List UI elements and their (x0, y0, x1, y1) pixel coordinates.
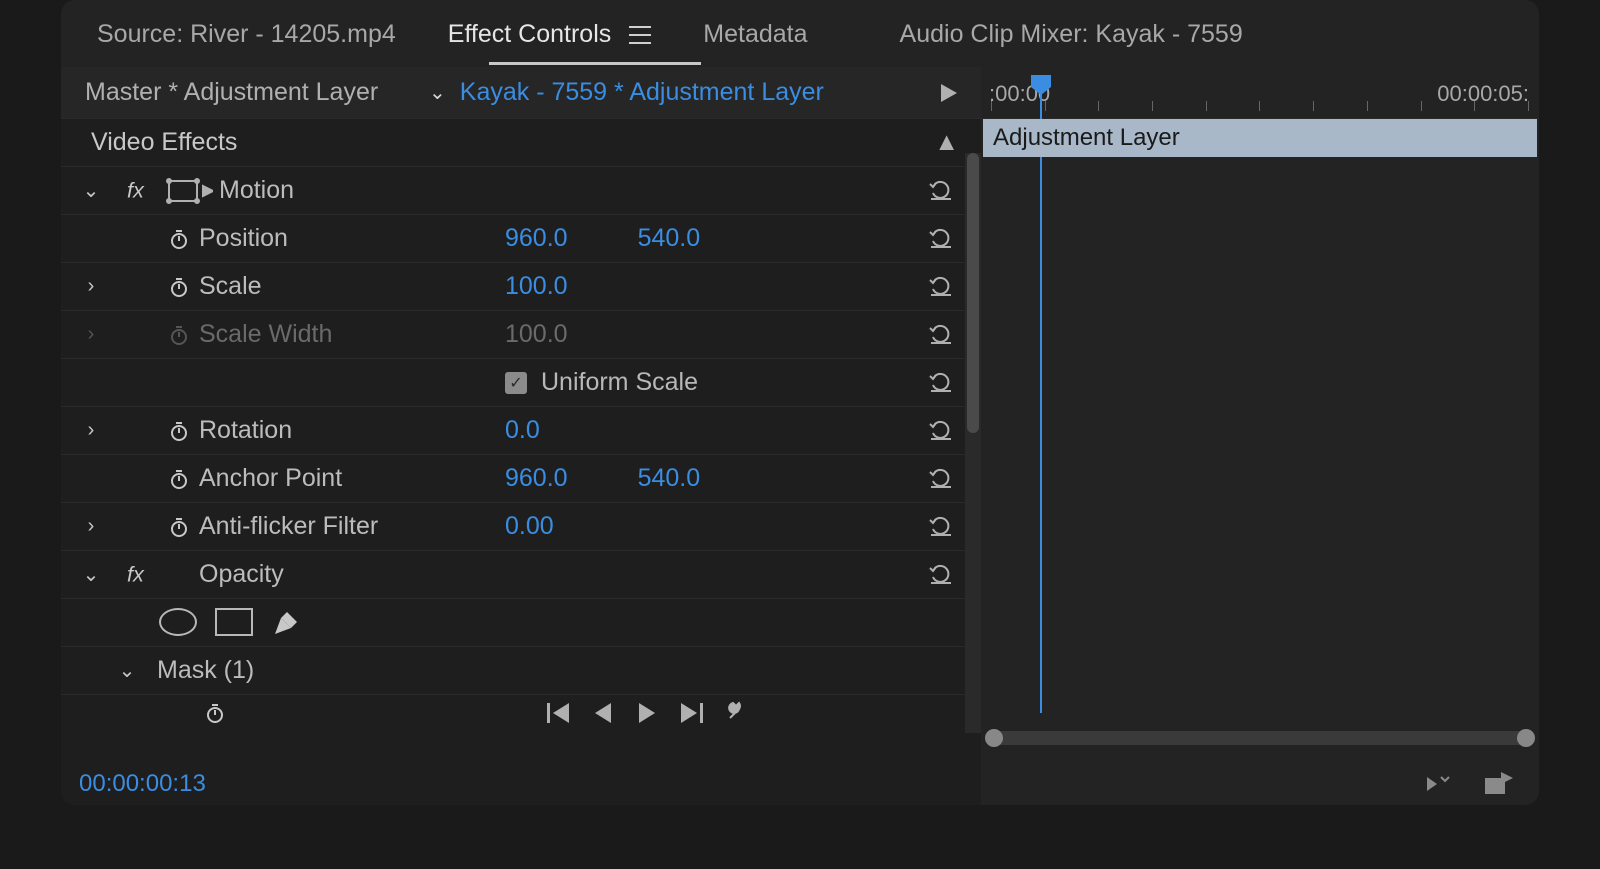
stopwatch-icon[interactable] (159, 516, 199, 538)
reset-button[interactable] (919, 273, 963, 301)
active-tab-underline (489, 62, 701, 65)
ruler-ticks (991, 101, 1529, 115)
export-frame-icon[interactable] (1483, 772, 1513, 796)
sequence-clip-label[interactable]: Kayak - 7559 * Adjustment Layer (460, 78, 824, 107)
play-icon[interactable] (941, 84, 957, 102)
keyframe-nav (545, 699, 749, 727)
chevron-down-icon[interactable]: ⌄ (61, 178, 121, 203)
video-effects-label: Video Effects (91, 128, 237, 157)
property-scrollbar[interactable] (965, 153, 981, 733)
playhead[interactable] (1031, 75, 1051, 95)
mask-tools-row (61, 599, 981, 647)
reset-button[interactable] (919, 369, 963, 397)
stopwatch-icon[interactable] (195, 702, 235, 724)
mask-label: Mask (1) (157, 656, 963, 685)
stopwatch-icon-disabled (159, 324, 199, 346)
current-timecode[interactable]: 00:00:00:13 (79, 770, 206, 798)
motion-row[interactable]: ⌄ fx Motion (61, 167, 981, 215)
mask-path-row[interactable] (61, 695, 981, 731)
position-y-value[interactable]: 540.0 (638, 224, 701, 253)
scale-label: Scale (199, 272, 499, 301)
timeline-clip-bar[interactable]: Adjustment Layer (983, 119, 1537, 157)
position-row[interactable]: Position 960.0 540.0 (61, 215, 981, 263)
go-last-keyframe-icon[interactable] (677, 699, 705, 727)
scale-value[interactable]: 100.0 (505, 272, 568, 301)
ellipse-mask-button[interactable] (159, 608, 197, 636)
rotation-row[interactable]: › Rotation 0.0 (61, 407, 981, 455)
time-ruler[interactable]: :00:00 00:00:05: (981, 67, 1539, 119)
reset-button[interactable] (919, 465, 963, 493)
panel-tabs: Source: River - 14205.mp4 Effect Control… (61, 0, 1539, 67)
reset-button[interactable] (919, 417, 963, 445)
panel-footer: 00:00:00:13 (61, 763, 1539, 805)
zoom-handle-right[interactable] (1517, 729, 1535, 747)
chevron-down-icon[interactable]: ⌄ (429, 80, 446, 105)
anchor-point-label: Anchor Point (199, 464, 499, 493)
reset-button[interactable] (919, 513, 963, 541)
reset-button[interactable] (919, 177, 963, 205)
position-x-value[interactable]: 960.0 (505, 224, 568, 253)
scale-row[interactable]: › Scale 100.0 (61, 263, 981, 311)
panel-menu-icon[interactable] (629, 26, 651, 44)
opacity-row[interactable]: ⌄ fx Opacity (61, 551, 981, 599)
mask-row[interactable]: ⌄ Mask (1) (61, 647, 981, 695)
scale-width-value: 100.0 (505, 320, 568, 349)
master-clip-label[interactable]: Master * Adjustment Layer (61, 67, 411, 118)
stopwatch-icon[interactable] (159, 276, 199, 298)
stopwatch-icon[interactable] (159, 468, 199, 490)
zoom-handle-left[interactable] (985, 729, 1003, 747)
next-keyframe-icon[interactable] (633, 699, 661, 727)
anchor-y-value[interactable]: 540.0 (638, 464, 701, 493)
effect-controls-panel: Source: River - 14205.mp4 Effect Control… (61, 0, 1539, 805)
wrench-icon[interactable] (721, 699, 749, 727)
anti-flicker-row[interactable]: › Anti-flicker Filter 0.00 (61, 503, 981, 551)
chevron-down-icon[interactable]: ⌄ (97, 658, 157, 683)
reset-button[interactable] (919, 321, 963, 349)
chevron-right-icon[interactable]: › (61, 419, 121, 442)
effect-timeline[interactable]: :00:00 00:00:05: Adjustment Layer (981, 67, 1539, 805)
tab-effect-controls[interactable]: Effect Controls (448, 20, 652, 49)
svg-text:fx: fx (127, 178, 145, 203)
rotation-label: Rotation (199, 416, 499, 445)
uniform-scale-row[interactable]: ✓ Uniform Scale (61, 359, 981, 407)
zoom-scrollbar[interactable] (987, 731, 1533, 745)
video-effects-header[interactable]: Video Effects ▲ (61, 119, 981, 167)
chevron-right-icon: › (61, 323, 121, 346)
scale-width-row: › Scale Width 100.0 (61, 311, 981, 359)
transform-frame-icon[interactable] (159, 178, 219, 204)
motion-label: Motion (219, 176, 479, 205)
go-first-keyframe-icon[interactable] (545, 699, 573, 727)
uniform-scale-label: Uniform Scale (541, 368, 698, 397)
tab-effect-controls-label: Effect Controls (448, 20, 612, 49)
svg-text:fx: fx (127, 562, 145, 587)
collapse-icon[interactable]: ▲ (934, 128, 959, 157)
tab-metadata[interactable]: Metadata (703, 20, 807, 49)
fx-badge-icon[interactable]: fx (121, 562, 159, 588)
anti-flicker-value[interactable]: 0.00 (505, 512, 554, 541)
position-label: Position (199, 224, 499, 253)
rectangle-mask-button[interactable] (215, 608, 253, 636)
stopwatch-icon[interactable] (159, 420, 199, 442)
stopwatch-icon[interactable] (159, 228, 199, 250)
play-audio-icon[interactable] (1427, 773, 1461, 795)
uniform-scale-checkbox[interactable]: ✓ (505, 372, 527, 394)
opacity-label: Opacity (199, 560, 459, 589)
reset-button[interactable] (919, 561, 963, 589)
rotation-value[interactable]: 0.0 (505, 416, 540, 445)
pen-mask-button[interactable] (271, 608, 301, 638)
tab-source[interactable]: Source: River - 14205.mp4 (97, 20, 396, 49)
anchor-x-value[interactable]: 960.0 (505, 464, 568, 493)
anti-flicker-label: Anti-flicker Filter (199, 512, 499, 541)
effect-properties: Master * Adjustment Layer ⌄ Kayak - 7559… (61, 67, 981, 805)
chevron-right-icon[interactable]: › (61, 275, 121, 298)
chevron-right-icon[interactable]: › (61, 515, 121, 538)
anchor-point-row[interactable]: Anchor Point 960.0 540.0 (61, 455, 981, 503)
reset-button[interactable] (919, 225, 963, 253)
prev-keyframe-icon[interactable] (589, 699, 617, 727)
fx-badge-icon[interactable]: fx (121, 178, 159, 204)
scale-width-label: Scale Width (199, 320, 499, 349)
tab-audio-clip-mixer[interactable]: Audio Clip Mixer: Kayak - 7559 (900, 20, 1243, 49)
chevron-down-icon[interactable]: ⌄ (61, 562, 121, 587)
